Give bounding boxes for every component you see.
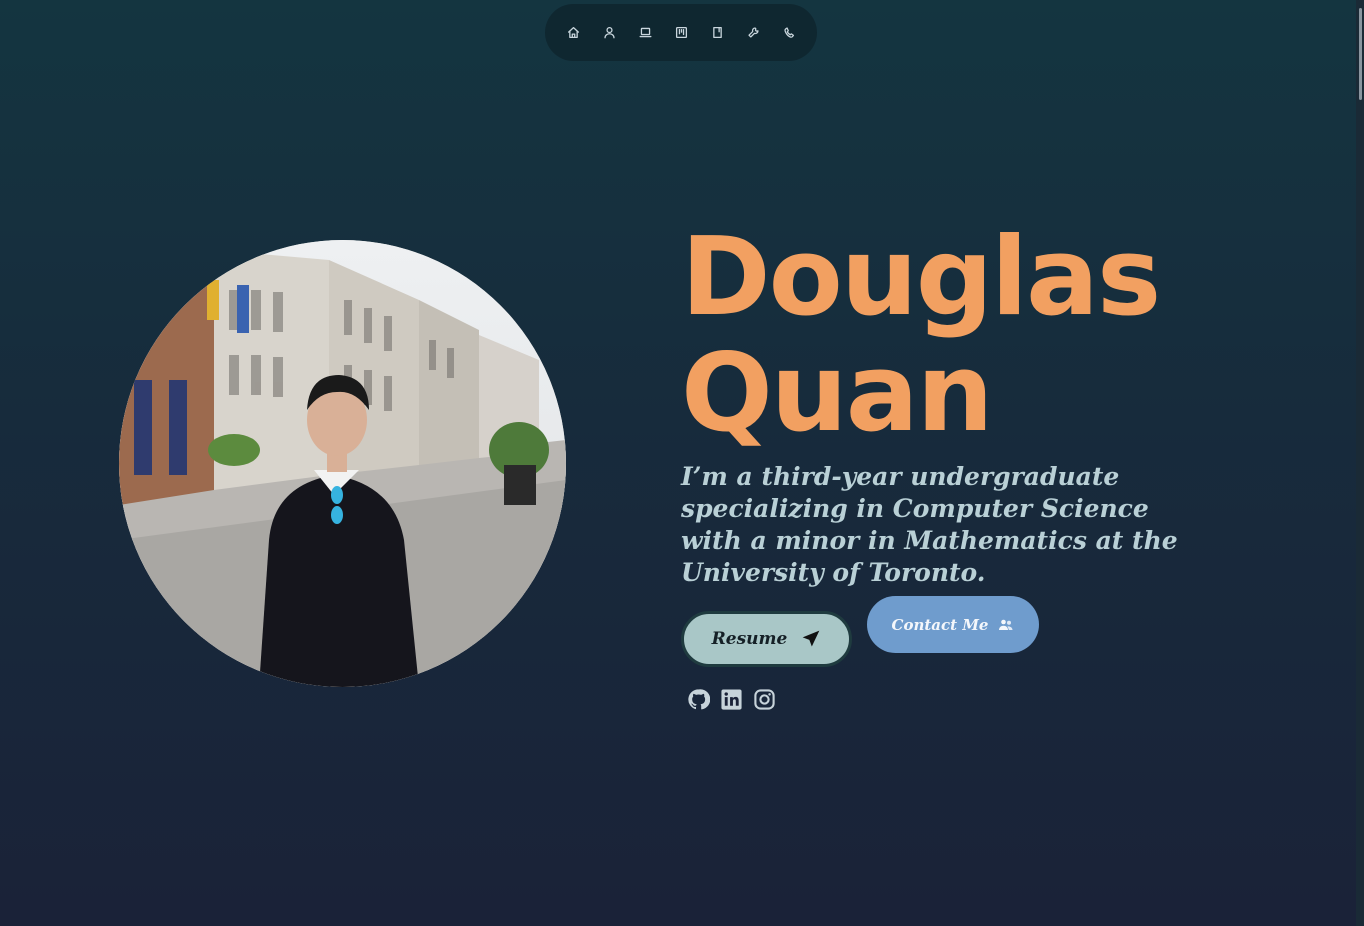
contact-me-button[interactable]: Contact Me — [867, 596, 1039, 653]
name-first: Douglas — [681, 215, 1161, 340]
resume-button[interactable]: Resume — [681, 611, 852, 667]
instagram-icon — [754, 689, 775, 710]
github-link[interactable] — [687, 688, 710, 711]
book-icon — [712, 26, 722, 39]
contact-label: Contact Me — [891, 615, 989, 634]
page-scrollbar[interactable] — [1356, 0, 1364, 926]
nav-projects[interactable] — [634, 22, 656, 44]
nav-contact[interactable] — [778, 22, 800, 44]
top-nav — [545, 4, 817, 61]
scrollbar-thumb[interactable] — [1359, 8, 1362, 100]
paper-plane-icon — [803, 630, 820, 647]
github-icon — [688, 689, 710, 710]
linkedin-icon — [721, 689, 742, 710]
page-title: Douglas Quan — [681, 215, 1161, 456]
nav-experience[interactable] — [670, 22, 692, 44]
nav-home[interactable] — [562, 22, 584, 44]
name-last: Quan — [681, 331, 993, 456]
people-icon — [999, 619, 1013, 630]
wrench-icon — [747, 27, 759, 38]
user-icon — [603, 26, 615, 39]
nav-education[interactable] — [706, 22, 728, 44]
nav-about[interactable] — [598, 22, 620, 44]
laptop-icon — [639, 27, 651, 38]
home-icon — [567, 26, 579, 39]
board-icon — [675, 26, 687, 39]
phone-icon — [783, 27, 794, 38]
profile-photo — [119, 240, 566, 687]
bio-text: I’m a third-year undergraduate specializ… — [681, 462, 1178, 587]
instagram-link[interactable] — [753, 688, 776, 711]
social-links — [687, 688, 776, 711]
resume-label: Resume — [711, 629, 788, 649]
nav-skills[interactable] — [742, 22, 764, 44]
linkedin-link[interactable] — [720, 688, 743, 711]
